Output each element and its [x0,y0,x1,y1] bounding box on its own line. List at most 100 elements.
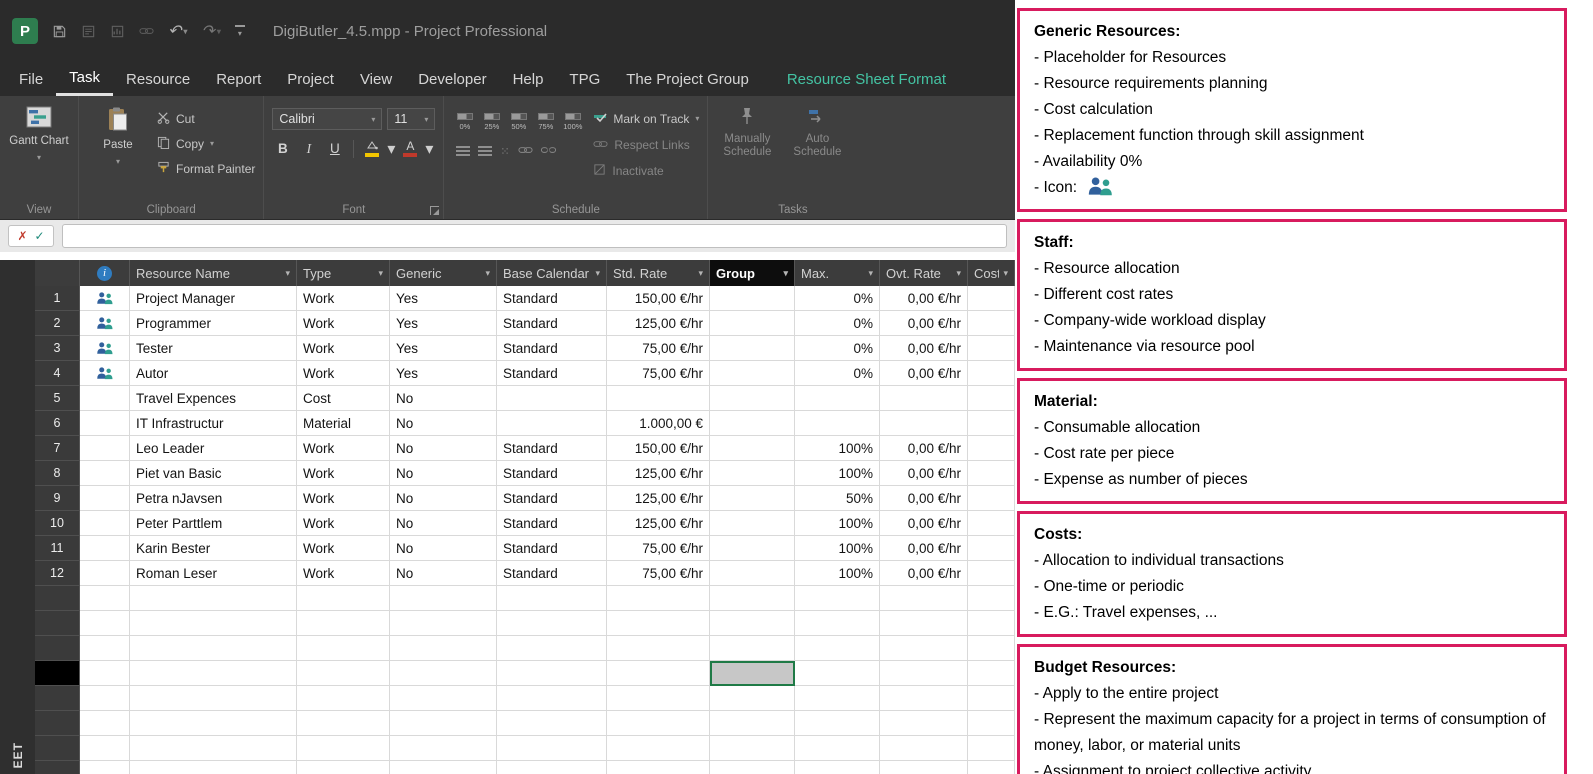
cell-resource-name[interactable] [130,611,297,636]
filter-arrow-icon[interactable]: ▾ [281,268,290,279]
row-number[interactable]: 11 [35,536,80,561]
cell-resource-name[interactable]: Tester [130,336,297,361]
column-header-max[interactable]: Max.▾ [795,260,880,286]
cell-ovt-rate[interactable] [880,686,968,711]
cell-cost[interactable] [968,611,1015,636]
row-number[interactable] [35,761,80,774]
cell-type[interactable] [297,736,390,761]
background-color-button[interactable] [362,140,382,157]
cell-ovt-rate[interactable] [880,636,968,661]
cell-std-rate[interactable]: 75,00 €/hr [607,561,710,586]
cell-type[interactable] [297,586,390,611]
filter-arrow-icon[interactable]: ▾ [481,268,490,279]
indicator-cell[interactable] [80,386,130,411]
cell-ovt-rate[interactable] [880,586,968,611]
indicator-cell[interactable] [80,361,130,386]
cell-std-rate[interactable]: 125,00 €/hr [607,461,710,486]
entry-bar-input[interactable] [62,224,1007,248]
gantt-chart-button[interactable]: Gantt Chart ▾ [8,102,70,164]
row-number[interactable]: 8 [35,461,80,486]
percent-complete-button-0[interactable]: 0% [452,108,477,135]
cell-generic[interactable]: Yes [390,311,497,336]
cell-ovt-rate[interactable]: 0,00 €/hr [880,361,968,386]
cell-type[interactable]: Work [297,286,390,311]
cell-type[interactable]: Material [297,411,390,436]
cell-group[interactable] [710,386,795,411]
cell-ovt-rate[interactable] [880,736,968,761]
tab-tpg[interactable]: TPG [556,62,613,96]
cell-type[interactable] [297,711,390,736]
cell-group[interactable] [710,411,795,436]
cell-max[interactable]: 0% [795,361,880,386]
cell-generic[interactable] [390,736,497,761]
cell-group[interactable] [710,711,795,736]
indicator-cell[interactable] [80,636,130,661]
cell-std-rate[interactable]: 75,00 €/hr [607,361,710,386]
cell-type[interactable]: Cost [297,386,390,411]
cell-type[interactable]: Work [297,536,390,561]
cell-base-calendar[interactable] [497,761,607,774]
cell-resource-name[interactable]: Programmer [130,311,297,336]
cut-button[interactable]: Cut [157,108,255,129]
indent-task-icon[interactable] [478,146,492,156]
cell-std-rate[interactable] [607,661,710,686]
cell-base-calendar[interactable] [497,386,607,411]
cell-type[interactable]: Work [297,336,390,361]
cell-base-calendar[interactable]: Standard [497,486,607,511]
cell-max[interactable] [795,686,880,711]
font-size-combo[interactable]: 11 ▾ [387,108,435,130]
cell-ovt-rate[interactable] [880,411,968,436]
cell-cost[interactable] [968,486,1015,511]
redo-button[interactable]: ↷ ▾ [201,21,220,41]
cell-generic[interactable]: No [390,561,497,586]
column-header-group[interactable]: Group▾ [710,260,795,286]
cell-std-rate[interactable] [607,636,710,661]
cell-ovt-rate[interactable]: 0,00 €/hr [880,461,968,486]
report-icon[interactable] [110,24,125,39]
cell-group[interactable] [710,461,795,486]
row-number[interactable]: 6 [35,411,80,436]
cell-std-rate[interactable]: 125,00 €/hr [607,311,710,336]
cell-std-rate[interactable]: 150,00 €/hr [607,286,710,311]
cell-group[interactable] [710,311,795,336]
filter-arrow-icon[interactable]: ▾ [779,268,788,279]
cell-base-calendar[interactable] [497,411,607,436]
italic-button[interactable]: I [298,138,319,159]
cell-resource-name[interactable]: IT Infrastructur [130,411,297,436]
cell-ovt-rate[interactable]: 0,00 €/hr [880,511,968,536]
cell-group[interactable] [710,536,795,561]
cell-base-calendar[interactable]: Standard [497,311,607,336]
row-number[interactable] [35,611,80,636]
cell-type[interactable]: Work [297,461,390,486]
cell-max[interactable]: 100% [795,461,880,486]
cell-generic[interactable]: No [390,486,497,511]
cell-group[interactable] [710,686,795,711]
indicator-cell[interactable] [80,736,130,761]
paste-button[interactable]: Paste ▾ [87,102,149,168]
row-number[interactable]: 1 [35,286,80,311]
percent-complete-button-75[interactable]: 75% [533,108,558,135]
filter-arrow-icon[interactable]: ▾ [374,268,383,279]
cell-cost[interactable] [968,586,1015,611]
cell-group[interactable] [710,561,795,586]
tab-file[interactable]: File [6,62,56,96]
cell-generic[interactable] [390,586,497,611]
cell-cost[interactable] [968,386,1015,411]
select-all-corner[interactable] [35,260,80,286]
cell-group[interactable] [710,511,795,536]
cell-max[interactable]: 50% [795,486,880,511]
cell-std-rate[interactable] [607,736,710,761]
cell-std-rate[interactable]: 150,00 €/hr [607,436,710,461]
cell-resource-name[interactable]: Project Manager [130,286,297,311]
cell-std-rate[interactable]: 75,00 €/hr [607,336,710,361]
tab-report[interactable]: Report [203,62,274,96]
cell-generic[interactable] [390,611,497,636]
indicator-cell[interactable] [80,561,130,586]
column-header-cost[interactable]: Cost/▾ [968,260,1015,286]
cell-generic[interactable]: Yes [390,336,497,361]
cell-cost[interactable] [968,286,1015,311]
column-header-generic[interactable]: Generic▾ [390,260,497,286]
cell-group[interactable] [710,436,795,461]
font-dialog-launcher-icon[interactable] [430,206,439,215]
row-number[interactable] [35,586,80,611]
